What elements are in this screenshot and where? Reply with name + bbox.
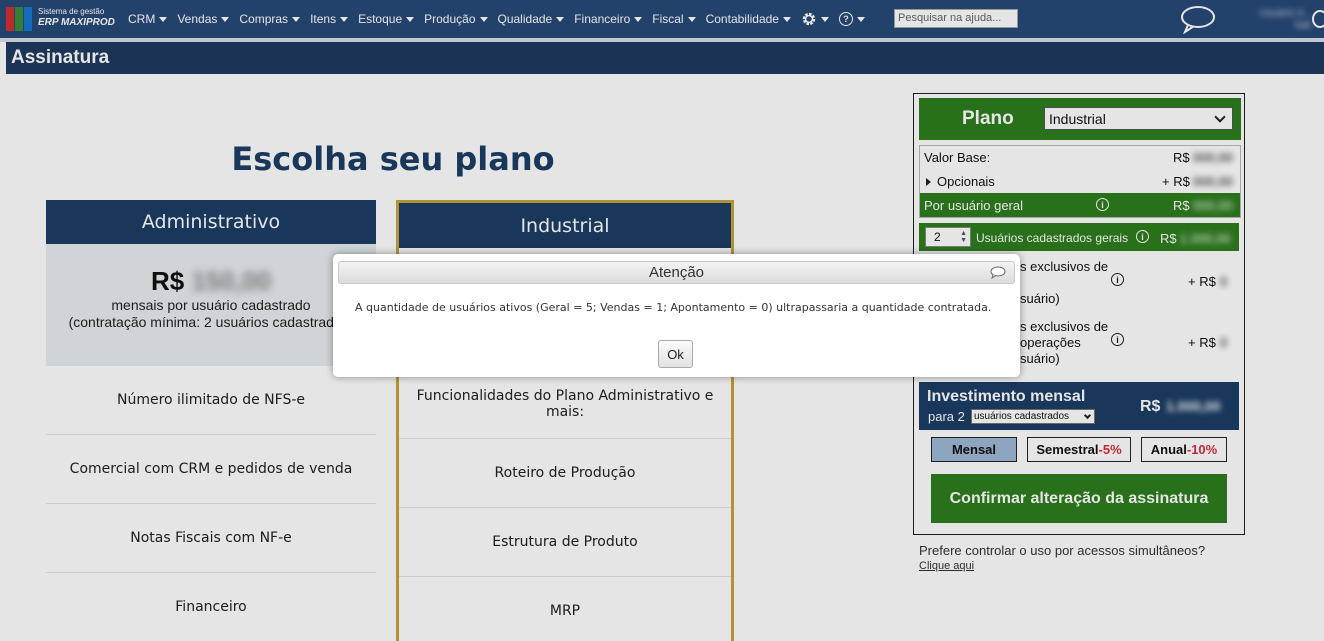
ok-button[interactable]: Ok [658, 340, 693, 368]
dialog-message: A quantidade de usuários ativos (Geral =… [355, 301, 992, 314]
speech-bubble-icon[interactable] [990, 266, 1006, 279]
dialog-title: Atenção [648, 264, 705, 281]
dialog-header: Atenção [338, 261, 1015, 284]
alert-dialog: Atenção A quantidade de usuários ativos … [333, 254, 1020, 377]
